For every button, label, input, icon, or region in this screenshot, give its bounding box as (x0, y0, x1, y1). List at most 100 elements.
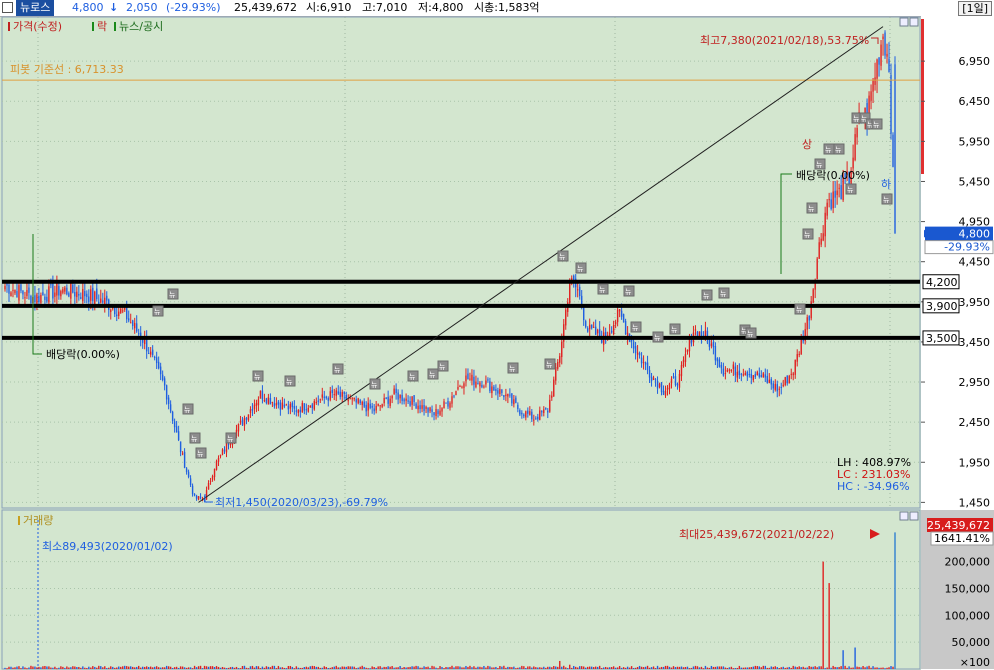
news-marker-icon[interactable]: 뉴 (369, 378, 381, 390)
news-marker-icon[interactable]: 뉴 (881, 193, 893, 205)
news-marker-icon[interactable]: 뉴 (845, 183, 857, 195)
candle-body (838, 187, 840, 189)
volume-bar (379, 666, 381, 669)
candle-body (798, 353, 800, 355)
pane-button[interactable] (909, 511, 919, 521)
volume-bar (447, 667, 449, 669)
candle (652, 375, 655, 381)
volume-bar (449, 666, 451, 669)
candle-body (361, 401, 363, 405)
news-marker-icon[interactable]: 뉴 (189, 432, 201, 444)
news-marker-icon[interactable]: 뉴 (507, 362, 519, 374)
candle-body (539, 410, 541, 420)
candle (425, 405, 427, 414)
news-marker-icon[interactable]: 뉴 (630, 321, 642, 333)
news-marker-icon[interactable]: 뉴 (195, 447, 207, 459)
candle-body (547, 410, 549, 413)
news-marker-icon[interactable]: 뉴 (437, 360, 449, 372)
candle-body (577, 289, 579, 291)
candle-body (147, 353, 150, 355)
news-marker-icon[interactable]: 뉴 (814, 158, 826, 170)
news-marker-icon[interactable]: 뉴 (575, 262, 587, 274)
candle (742, 368, 745, 377)
candle-body (351, 398, 353, 400)
volume-bar (565, 667, 567, 669)
news-marker-icon[interactable]: 뉴 (669, 323, 681, 335)
candle-body (724, 373, 727, 375)
news-marker-icon[interactable]: 뉴 (252, 370, 264, 382)
news-marker-icon[interactable]: 뉴 (427, 368, 439, 380)
news-marker-icon[interactable]: 뉴 (745, 327, 757, 339)
candle-body (96, 288, 98, 300)
candle (547, 408, 549, 419)
volume-bar (104, 666, 106, 669)
news-marker-icon[interactable]: 뉴 (802, 228, 814, 240)
news-marker-icon[interactable]: 뉴 (597, 283, 609, 295)
news-marker-icon[interactable]: 뉴 (623, 285, 635, 297)
candle (20, 283, 22, 294)
candle (648, 366, 651, 384)
pane-button[interactable] (899, 511, 909, 521)
volume-bar (50, 667, 52, 669)
candle (565, 304, 567, 330)
candle (229, 443, 232, 448)
candle (451, 391, 453, 408)
pane-button[interactable] (899, 17, 909, 27)
volume-bar (277, 665, 280, 669)
volume-bar (169, 666, 172, 669)
volume-bar (331, 667, 333, 669)
volume-bar (584, 667, 587, 669)
pane-button[interactable] (909, 17, 919, 27)
volume-bar (64, 667, 66, 669)
news-marker-icon[interactable]: 뉴 (701, 289, 713, 301)
period-button[interactable]: [1일] (958, 1, 992, 16)
volume-bar (401, 667, 403, 669)
candle (764, 368, 766, 383)
news-marker-icon[interactable]: 뉴 (794, 303, 806, 315)
candle-body (92, 287, 94, 302)
candle (485, 375, 487, 388)
news-marker-icon[interactable]: 뉴 (823, 143, 835, 155)
price-tick-label: 6,450 (959, 95, 991, 108)
news-marker-label: 뉴 (334, 366, 341, 374)
candle (18, 282, 20, 306)
news-marker-icon[interactable]: 뉴 (182, 403, 194, 415)
candle (634, 341, 637, 360)
news-marker-icon[interactable]: 뉴 (284, 375, 296, 387)
volume-bar (147, 666, 150, 669)
volume-bar (161, 667, 164, 669)
candle (543, 406, 545, 417)
news-marker-icon[interactable]: 뉴 (544, 358, 556, 370)
news-marker-icon[interactable]: 뉴 (871, 118, 883, 130)
candle-body (94, 291, 96, 305)
news-marker-icon[interactable]: 뉴 (225, 432, 237, 444)
news-marker-icon[interactable]: 뉴 (167, 288, 179, 300)
candle (594, 319, 597, 336)
volume-bar (541, 667, 543, 669)
candle (537, 413, 539, 422)
news-marker-icon[interactable]: 뉴 (718, 287, 730, 299)
candle-body (732, 364, 735, 369)
volume-bar (668, 666, 671, 669)
news-marker-icon[interactable]: 뉴 (557, 250, 569, 262)
volume-bar (784, 667, 786, 669)
news-marker-icon[interactable]: 뉴 (806, 202, 818, 214)
candle (559, 353, 561, 368)
news-marker-icon[interactable]: 뉴 (152, 305, 164, 317)
legend-news-marker (114, 22, 116, 31)
volume-bar (345, 666, 347, 669)
news-marker-icon[interactable]: 뉴 (332, 363, 344, 375)
stock-name[interactable]: 뉴로스 (16, 0, 55, 16)
select-checkbox[interactable] (2, 2, 13, 13)
volume-bar (423, 666, 425, 669)
volume-bar (329, 667, 331, 669)
news-marker-icon[interactable]: 뉴 (833, 143, 845, 155)
volume-bar (722, 666, 725, 669)
candle-body (90, 289, 92, 301)
volume-bar (34, 666, 36, 669)
volume-bar (363, 666, 365, 669)
news-marker-icon[interactable]: 뉴 (407, 370, 419, 382)
candle (760, 370, 763, 378)
news-marker-icon[interactable]: 뉴 (652, 331, 664, 343)
candle-body (537, 416, 539, 420)
